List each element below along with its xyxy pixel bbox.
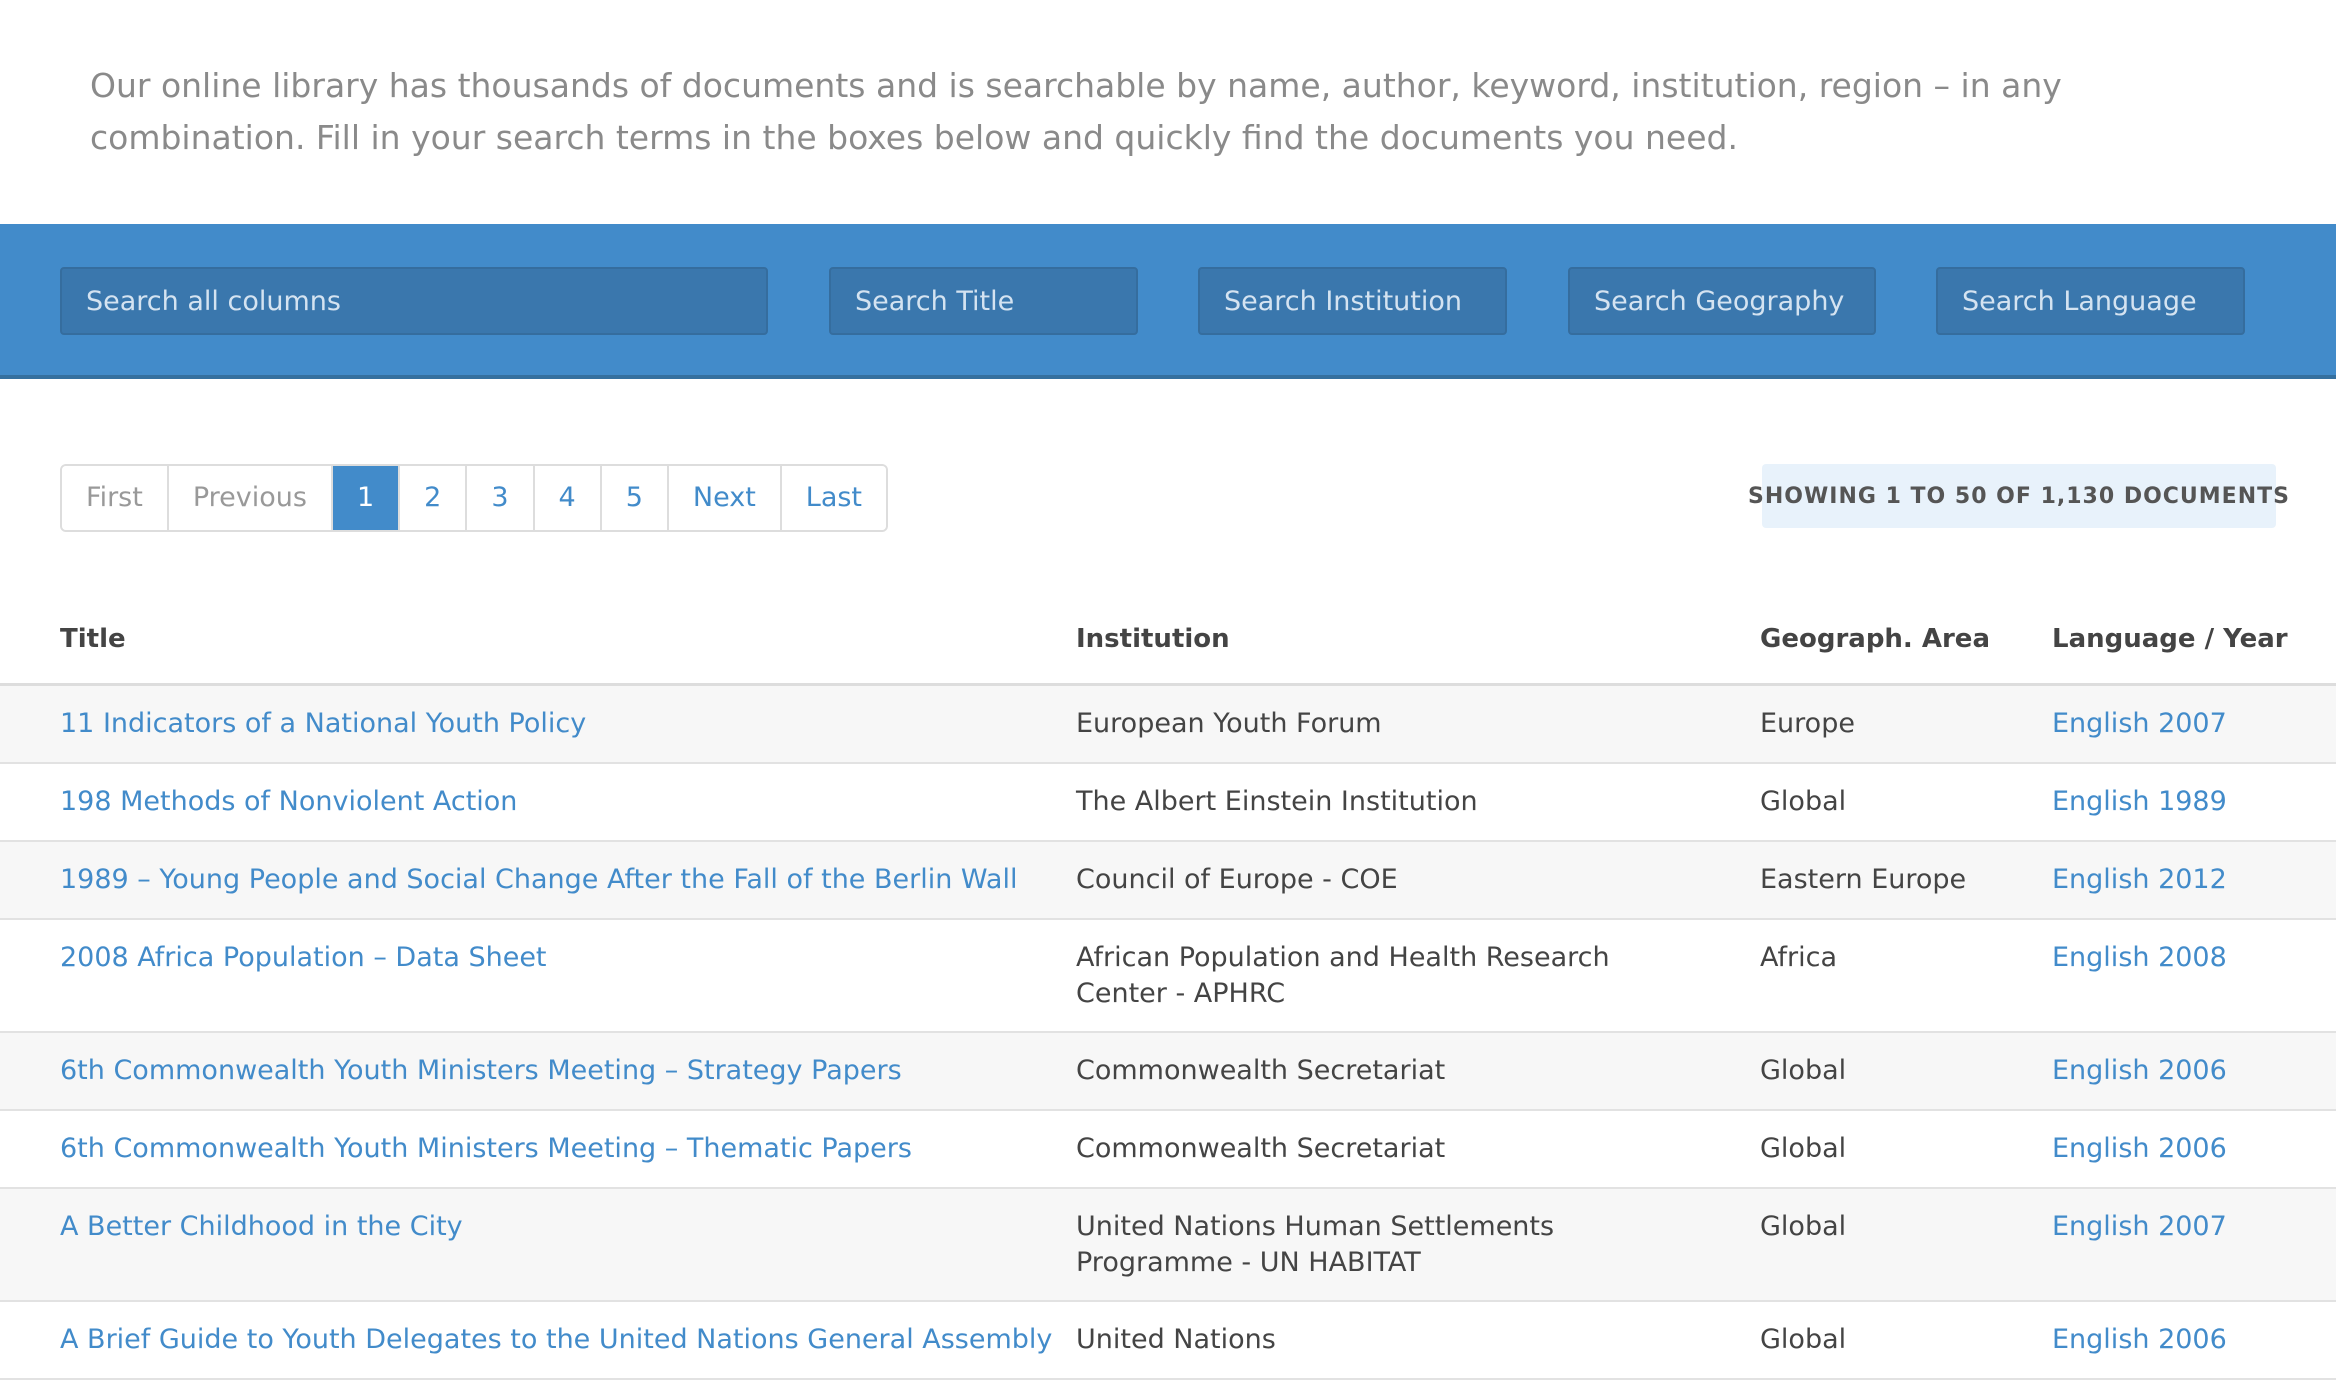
institution-cell: United Nations Human Settlements Program… (1076, 1211, 1555, 1278)
language-year-link[interactable]: English 2008 (2052, 940, 2312, 976)
geography-cell: Global (1760, 1211, 1847, 1242)
table-header: Title Institution Geograph. Area Languag… (0, 616, 2336, 686)
column-header-title[interactable]: Title (60, 624, 126, 654)
search-geography-input[interactable] (1568, 267, 1876, 335)
pagination-last-button[interactable]: Last (781, 466, 887, 530)
search-language-input[interactable] (1936, 267, 2245, 335)
institution-cell: Council of Europe - COE (1076, 864, 1398, 895)
pagination: First Previous 1 2 3 4 5 Next Last (60, 464, 889, 532)
language-year-link[interactable]: English 2006 (2052, 1053, 2312, 1089)
institution-cell: United Nations (1076, 1324, 1276, 1355)
document-title-link[interactable]: 6th Commonwealth Youth Ministers Meeting… (60, 1131, 1060, 1167)
geography-cell: Global (1760, 1133, 1847, 1164)
language-year-link[interactable]: English 2006 (2052, 1131, 2312, 1167)
pagination-first-button[interactable]: First (62, 466, 169, 530)
table-row: 2008 Africa Population – Data Sheet Afri… (0, 920, 2336, 1033)
table-row: A Better Childhood in the City United Na… (0, 1189, 2336, 1302)
document-title-link[interactable]: A Better Childhood in the City (60, 1209, 1060, 1245)
language-year-link[interactable]: English 1989 (2052, 784, 2312, 820)
pagination-next-button[interactable]: Next (668, 466, 782, 530)
table-row: 11 Indicators of a National Youth Policy… (0, 686, 2336, 764)
pagination-page-2[interactable]: 2 (400, 466, 468, 530)
geography-cell: Global (1760, 1055, 1847, 1086)
table-row: 6th Commonwealth Youth Ministers Meeting… (0, 1033, 2336, 1111)
document-title-link[interactable]: 1989 – Young People and Social Change Af… (60, 862, 1060, 898)
search-all-input[interactable] (60, 267, 768, 335)
intro-text: Our online library has thousands of docu… (90, 66, 2062, 157)
language-year-link[interactable]: English 2007 (2052, 1209, 2312, 1245)
pagination-page-4[interactable]: 4 (534, 466, 602, 530)
geography-cell: Global (1760, 1324, 1847, 1355)
geography-cell: Africa (1760, 942, 1838, 973)
document-title-link[interactable]: 2008 Africa Population – Data Sheet (60, 940, 1060, 976)
language-year-link[interactable]: English 2006 (2052, 1322, 2312, 1358)
geography-cell: Eastern Europe (1760, 864, 1967, 895)
document-title-link[interactable]: A Brief Guide to Youth Delegates to the … (60, 1322, 1060, 1358)
document-title-link[interactable]: 6th Commonwealth Youth Ministers Meeting… (60, 1053, 1060, 1089)
search-bar (0, 224, 2336, 379)
pagination-previous-button[interactable]: Previous (168, 466, 333, 530)
search-institution-input[interactable] (1198, 267, 1507, 335)
pagination-page-1[interactable]: 1 (332, 466, 401, 530)
table-row: 6th Commonwealth Youth Ministers Meeting… (0, 1111, 2336, 1189)
table-row: 1989 – Young People and Social Change Af… (0, 842, 2336, 920)
institution-cell: Commonwealth Secretariat (1076, 1133, 1446, 1164)
results-count-badge: SHOWING 1 TO 50 OF 1,130 DOCUMENTS (1748, 464, 2289, 528)
search-title-input[interactable] (829, 267, 1138, 335)
column-header-institution[interactable]: Institution (1076, 624, 1230, 654)
language-year-link[interactable]: English 2012 (2052, 862, 2312, 898)
table-row: 198 Methods of Nonviolent Action The Alb… (0, 764, 2336, 842)
institution-cell: Commonwealth Secretariat (1076, 1055, 1446, 1086)
institution-cell: African Population and Health Research C… (1076, 942, 1610, 1009)
language-year-link[interactable]: English 2007 (2052, 706, 2312, 742)
geography-cell: Europe (1760, 708, 1855, 739)
institution-cell: European Youth Forum (1076, 708, 1382, 739)
column-header-language-year[interactable]: Language / Year (2052, 624, 2288, 654)
pagination-page-5[interactable]: 5 (601, 466, 669, 530)
table-row: A Brief Guide to Youth Delegates to the … (0, 1302, 2336, 1380)
documents-table: Title Institution Geograph. Area Languag… (0, 616, 2336, 1380)
document-title-link[interactable]: 11 Indicators of a National Youth Policy (60, 706, 1060, 742)
pagination-page-3[interactable]: 3 (467, 466, 535, 530)
geography-cell: Global (1760, 786, 1847, 817)
institution-cell: The Albert Einstein Institution (1076, 786, 1478, 817)
document-title-link[interactable]: 198 Methods of Nonviolent Action (60, 784, 1060, 820)
column-header-geography[interactable]: Geograph. Area (1760, 624, 1990, 654)
